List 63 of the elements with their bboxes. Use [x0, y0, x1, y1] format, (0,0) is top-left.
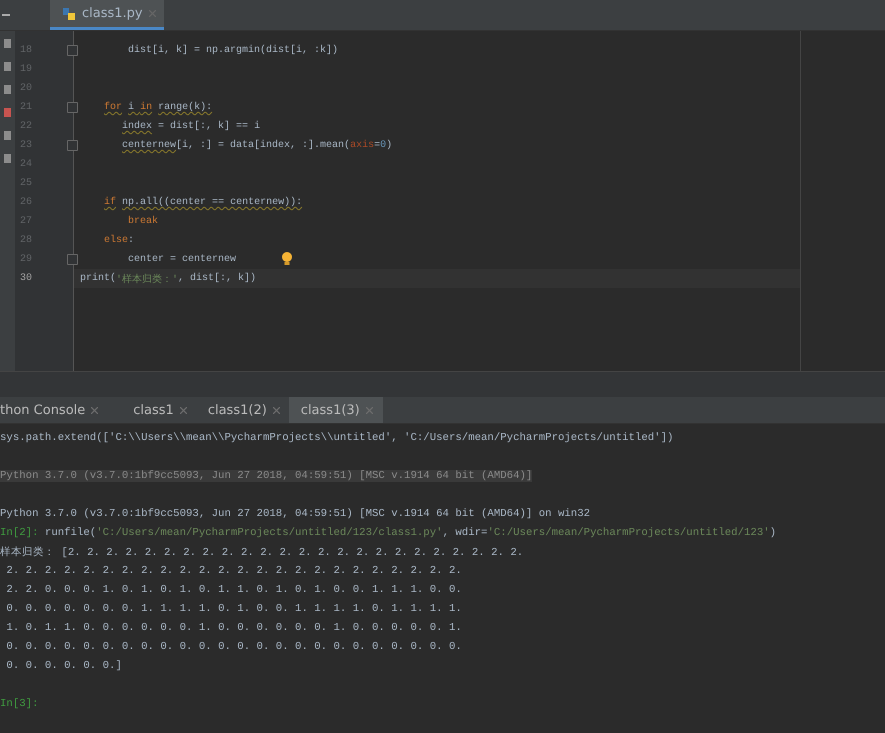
console-banner: Python 3.7.0 (v3.7.0:1bf9cc5093, Jun 27 2018, 04:59:51) [MSC v.1914 64 bit (AMD64)]: [0, 470, 532, 482]
console-output: 2. 2. 0. 0. 0. 1. 0. 1. 0. 1. 0. 1. 1. 0. 1. 0. 1. 0. 0. 1. 1. 1. 0. 0.: [6, 584, 462, 596]
string-token: '样本归类：': [116, 272, 178, 286]
file-tab[interactable]: class1.py: [50, 0, 164, 30]
console-output: Python 3.7.0 (v3.7.0:1bf9cc5093, Jun 27 2018, 04:59:51) [MSC v.1914 64 bit (AMD64)] on win32: [0, 508, 590, 520]
fold-icon[interactable]: [67, 102, 78, 113]
console-tab[interactable]: class1(3): [288, 397, 383, 423]
console-output: , wdir=: [442, 526, 488, 538]
warned-token: index: [122, 121, 152, 132]
console-tab[interactable]: class1(2): [196, 397, 289, 423]
warned-token: i: [128, 102, 136, 113]
console-tab[interactable]: class1: [121, 397, 196, 423]
console-tab[interactable]: thon Console: [0, 397, 108, 423]
code-token: axis: [350, 140, 374, 151]
console-prompt: In[3]:: [0, 698, 38, 710]
line-number: 30: [20, 273, 32, 284]
string-token: 'C:/Users/mean/PycharmProjects/untitled/123/class1.py': [96, 526, 443, 538]
keyword-token: else: [104, 235, 128, 246]
string-token: 'C:/Users/mean/PycharmProjects/untitled/123': [487, 526, 770, 538]
code-token: center = centernew: [128, 254, 236, 265]
code-token: 0: [380, 140, 386, 151]
console-output: 1. 0. 1. 1. 0. 0. 0. 0. 0. 0. 1. 0. 0. 0. 0. 0. 0. 1. 0. 0. 0. 0. 0. 1.: [6, 622, 462, 634]
toolbar-icon[interactable]: [4, 154, 11, 163]
warned-token: in: [140, 102, 152, 113]
console-output: runfile(: [44, 526, 96, 538]
toolbar-icon[interactable]: [4, 62, 11, 71]
code-token: ): [386, 140, 392, 151]
console-output: 0. 0. 0. 0. 0. 0. 0. 1. 1. 1. 1. 0. 1. 0. 0. 1. 1. 1. 1. 0. 1. 1. 1. 1.: [6, 602, 462, 614]
fold-icon[interactable]: [67, 254, 78, 265]
warned-token: range(k):: [158, 102, 212, 113]
warned-token: centernew: [122, 140, 176, 151]
code-token: dist[i, k] = np.argmin(dist[i, :k]): [128, 45, 338, 56]
warned-token: np.all((center == centernew)):: [122, 197, 302, 208]
toolbar-icon[interactable]: [4, 131, 11, 140]
close-icon[interactable]: [366, 406, 373, 414]
console-output: 样本归类： [2. 2. 2. 2. 2. 2. 2. 2. 2. 2. 2. 2. 2. 2. 2. 2. 2. 2. 2. 2. 2. 2. 2. 2.: [0, 545, 524, 558]
toolbar-icon[interactable]: [4, 39, 11, 48]
warned-token: if: [104, 197, 116, 208]
toolbar-icon[interactable]: [4, 85, 11, 94]
keyword-token: break: [128, 216, 158, 227]
close-icon[interactable]: [272, 406, 280, 414]
code-token: , dist[:, k]): [178, 273, 256, 284]
fold-icon[interactable]: [67, 140, 78, 151]
minimize-icon[interactable]: [2, 14, 10, 16]
code-token: =: [374, 140, 380, 151]
close-icon[interactable]: [91, 406, 98, 414]
python-file-icon: [62, 6, 76, 20]
close-icon[interactable]: [148, 10, 156, 17]
code-token: print(: [80, 273, 116, 284]
console-output: sys.path.extend(['C:\\Users\\mean\\PycharmProjects\\untitled', 'C:/Users/mean/PycharmProjects/untitled']): [0, 432, 674, 444]
close-icon[interactable]: [180, 406, 187, 414]
code-token: = dist[:, k] == i: [158, 121, 260, 132]
console-output: ): [770, 526, 776, 538]
toolbar-icon[interactable]: [4, 108, 11, 117]
lightbulb-icon[interactable]: [281, 252, 293, 266]
console-output: 0. 0. 0. 0. 0. 0. 0. 0. 0. 0. 0. 0. 0. 0. 0. 0. 0. 0. 0. 0. 0. 0. 0. 0.: [6, 640, 462, 652]
console-prompt: In[2]:: [0, 526, 38, 538]
code-token: [i, :] = data[index, :].mean(: [176, 140, 350, 151]
code-token: :: [128, 235, 134, 246]
warned-token: for: [104, 102, 122, 113]
fold-icon[interactable]: [67, 45, 78, 56]
console-output: 2. 2. 2. 2. 2. 2. 2. 2. 2. 2. 2. 2. 2. 2. 2. 2. 2. 2. 2. 2. 2. 2. 2. 2.: [6, 564, 462, 576]
console-output: 0. 0. 0. 0. 0. 0.]: [6, 660, 122, 672]
